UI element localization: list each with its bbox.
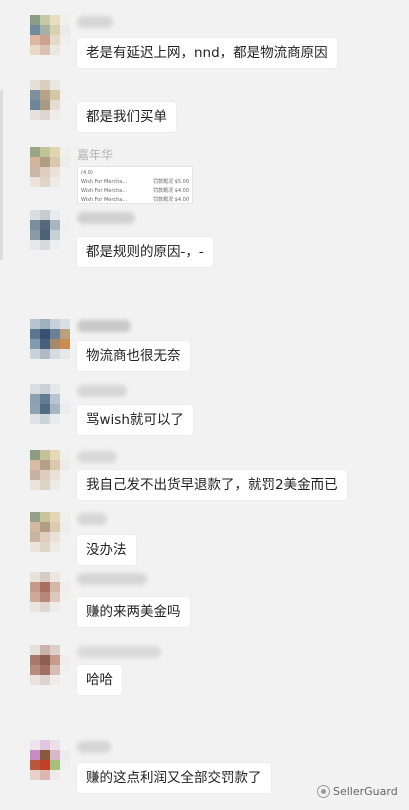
blurred-nickname bbox=[77, 513, 107, 525]
avatar[interactable] bbox=[30, 450, 70, 490]
screenshot-row: Wish For Mercha... 罚款概况 $4.00 bbox=[81, 187, 189, 196]
avatar[interactable] bbox=[30, 147, 70, 187]
scrollbar[interactable] bbox=[0, 90, 3, 260]
screenshot-item: Wish For Mercha... bbox=[81, 197, 128, 203]
watermark: SellerGuard bbox=[317, 785, 398, 798]
wechat-channel-icon bbox=[317, 785, 330, 798]
screenshot-row: Wish For Mercha... 罚款概况 $5.00 bbox=[81, 178, 189, 187]
avatar[interactable] bbox=[30, 740, 70, 780]
message-bubble: 物流商也很无奈 bbox=[77, 341, 190, 371]
screenshot-row: Wish For Mercha... 罚款概况 $4.00 bbox=[81, 196, 189, 203]
watermark-text: SellerGuard bbox=[333, 785, 398, 798]
blurred-nickname bbox=[77, 741, 111, 753]
screenshot-header: (4.0) bbox=[81, 170, 93, 176]
avatar[interactable] bbox=[30, 572, 70, 612]
message-bubble: 哈哈 bbox=[77, 665, 122, 695]
message-bubble: 我自己发不出货早退款了，就罚2美金而已 bbox=[77, 470, 347, 500]
avatar[interactable] bbox=[30, 319, 70, 359]
blurred-nickname bbox=[77, 451, 117, 463]
avatar[interactable] bbox=[30, 210, 70, 250]
screenshot-item: Wish For Mercha... bbox=[81, 188, 128, 194]
message-bubble: 都是规则的原因-，- bbox=[77, 237, 213, 267]
nickname: 嘉年华 bbox=[77, 148, 114, 162]
blurred-nickname bbox=[77, 212, 135, 224]
screenshot-item: Wish For Mercha... bbox=[81, 179, 128, 185]
screenshot-image[interactable]: (4.0) Wish For Mercha... 罚款概况 $5.00 Wish… bbox=[77, 166, 193, 204]
avatar[interactable] bbox=[30, 384, 70, 424]
message-bubble: 骂wish就可以了 bbox=[77, 405, 193, 435]
blurred-nickname bbox=[77, 385, 127, 397]
screenshot-fee: 罚款概况 $4.00 bbox=[153, 197, 189, 203]
blurred-nickname bbox=[77, 573, 147, 585]
message-bubble: 赚的这点利润又全部交罚款了 bbox=[77, 763, 271, 793]
message-bubble: 老是有延迟上网，nnd，都是物流商原因 bbox=[77, 38, 337, 68]
avatar[interactable] bbox=[30, 15, 70, 55]
blurred-nickname bbox=[77, 16, 113, 28]
message-bubble: 赚的来两美金吗 bbox=[77, 597, 190, 627]
screenshot-fee: 罚款概况 $4.00 bbox=[153, 188, 189, 194]
avatar[interactable] bbox=[30, 645, 70, 685]
blurred-nickname bbox=[77, 320, 131, 332]
message-bubble: 没办法 bbox=[77, 535, 136, 565]
avatar[interactable] bbox=[30, 80, 70, 120]
blurred-nickname bbox=[77, 646, 161, 658]
message-bubble: 都是我们买单 bbox=[77, 102, 176, 132]
screenshot-fee: 罚款概况 $5.00 bbox=[153, 179, 189, 185]
avatar[interactable] bbox=[30, 512, 70, 552]
